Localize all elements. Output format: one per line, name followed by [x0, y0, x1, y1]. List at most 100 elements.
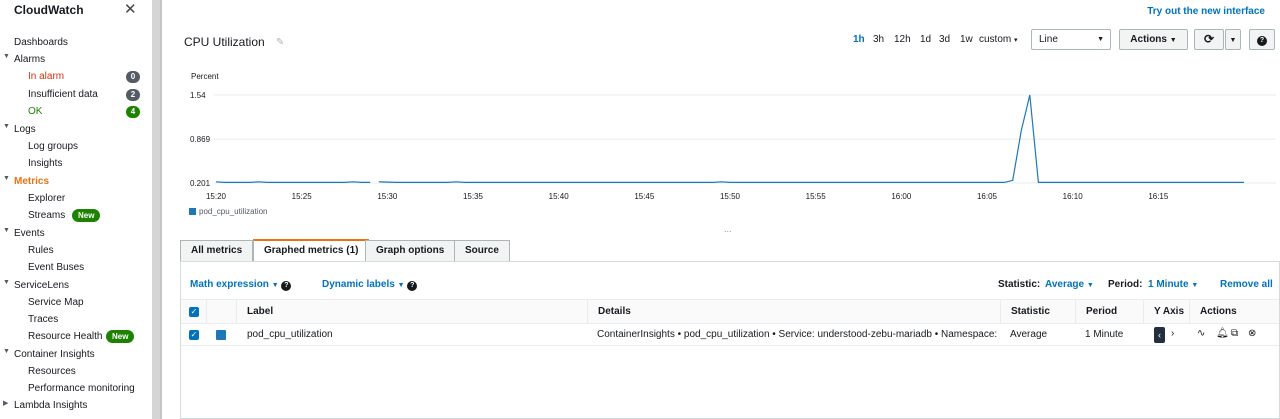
series-line-pod-cpu-utilization: [215, 181, 371, 183]
column-header-actions: Actions: [1189, 300, 1279, 324]
range-3h[interactable]: 3h: [873, 34, 884, 45]
sidebar-item-streams[interactable]: Streams: [28, 208, 65, 223]
caret-down-icon[interactable]: ▼: [3, 175, 11, 182]
statistic-dropdown[interactable]: Average ▼: [1045, 279, 1094, 290]
caret-right-icon[interactable]: ▶: [3, 399, 11, 407]
remove-all-link[interactable]: Remove all: [1220, 279, 1273, 290]
view-type-select[interactable]: Line ▼: [1031, 29, 1111, 50]
tab-graph-options[interactable]: Graph options: [365, 240, 456, 261]
main-content: Try out the new interface CPU Utilizatio…: [164, 0, 1280, 419]
range-12h[interactable]: 12h: [894, 34, 911, 45]
tab-all-metrics[interactable]: All metrics: [180, 240, 254, 261]
sidebar-item-container-insights[interactable]: Container Insights: [14, 347, 95, 362]
math-expression-label: Math expression: [190, 279, 269, 290]
metrics-table-header: ✓ Label Details Statistic Period Y Axis …: [181, 299, 1279, 324]
y-axis-right-button[interactable]: ›: [1171, 328, 1174, 339]
close-icon[interactable]: ✕: [124, 0, 137, 18]
insufficient-count-badge: 2: [126, 89, 140, 101]
row-checkbox[interactable]: ✓: [189, 330, 199, 340]
caret-down-icon[interactable]: ▼: [3, 227, 11, 234]
sidebar-item-metrics[interactable]: Metrics: [14, 174, 49, 189]
range-custom-label: custom: [979, 34, 1012, 45]
x-tick-label: 15:55: [806, 192, 827, 201]
sidebar-item-logs[interactable]: Logs: [14, 122, 36, 137]
range-1w[interactable]: 1w: [960, 34, 973, 45]
column-header-details[interactable]: Details: [587, 300, 1000, 324]
range-3d[interactable]: 3d: [939, 34, 950, 45]
caret-down-icon[interactable]: ▼: [3, 279, 11, 286]
caret-down-icon: ▼: [1229, 37, 1237, 44]
tab-source[interactable]: Source: [454, 240, 510, 261]
range-1d[interactable]: 1d: [920, 34, 931, 45]
help-icon[interactable]: ?: [407, 281, 418, 291]
x-tick-label: 15:50: [720, 192, 741, 201]
anomaly-detection-icon[interactable]: ∿: [1197, 328, 1205, 339]
resize-handle[interactable]: ...: [724, 224, 732, 234]
alarm-count-badge: 0: [126, 71, 140, 83]
duplicate-icon[interactable]: ⧉: [1231, 328, 1238, 339]
help-button[interactable]: ?: [1249, 29, 1275, 50]
color-column-header: [206, 300, 236, 324]
pencil-icon[interactable]: ✎: [276, 37, 284, 48]
column-header-label[interactable]: Label: [236, 300, 587, 324]
sidebar-item-events[interactable]: Events: [14, 226, 45, 241]
period-label: Period:: [1108, 279, 1143, 290]
sidebar-item-resource-health[interactable]: Resource Health: [28, 329, 102, 344]
caret-down-icon[interactable]: ▼: [3, 348, 11, 355]
column-header-y-axis[interactable]: Y Axis: [1143, 300, 1189, 324]
sidebar-item-alarms[interactable]: Alarms: [14, 52, 45, 67]
bell-icon[interactable]: 🔔︎: [1216, 328, 1229, 339]
sidebar: CloudWatch ✕ Dashboards ▼ Alarms In alar…: [0, 0, 152, 419]
sidebar-scrollbar[interactable]: [152, 0, 162, 419]
sidebar-item-dashboards[interactable]: Dashboards: [14, 35, 68, 50]
x-tick-label: 16:00: [891, 192, 912, 201]
sidebar-item-log-groups[interactable]: Log groups: [28, 139, 78, 154]
period-dropdown[interactable]: 1 Minute ▼: [1148, 279, 1198, 290]
range-custom[interactable]: custom ▾: [979, 34, 1018, 45]
caret-down-icon: ▼: [397, 282, 405, 289]
column-header-period[interactable]: Period: [1075, 300, 1143, 324]
sidebar-item-insights[interactable]: Insights: [28, 156, 62, 171]
y-axis-left-button[interactable]: ‹: [1154, 327, 1165, 343]
sidebar-item-resources[interactable]: Resources: [28, 364, 76, 379]
sidebar-item-service-map[interactable]: Service Map: [28, 295, 84, 310]
refresh-options-button[interactable]: ▼: [1225, 29, 1241, 50]
row-label[interactable]: pod_cpu_utilization: [247, 324, 587, 346]
tab-graphed-metrics[interactable]: Graphed metrics (1): [253, 239, 370, 261]
sidebar-item-performance-monitoring[interactable]: Performance monitoring: [28, 381, 135, 396]
row-period[interactable]: 1 Minute: [1085, 324, 1123, 346]
help-icon[interactable]: ?: [281, 281, 292, 291]
math-expression-dropdown[interactable]: Math expression ▼ ?: [190, 279, 292, 291]
sidebar-item-traces[interactable]: Traces: [28, 312, 58, 327]
legend-label: pod_cpu_utilization: [199, 207, 268, 216]
period-value: 1 Minute: [1148, 279, 1189, 290]
refresh-button[interactable]: ⟳: [1194, 29, 1224, 50]
try-new-interface-link[interactable]: Try out the new interface: [1147, 6, 1265, 17]
sidebar-title: CloudWatch: [14, 3, 84, 17]
remove-icon[interactable]: ⊗: [1248, 328, 1256, 339]
series-color-swatch[interactable]: [216, 330, 226, 340]
x-tick-label: 15:20: [206, 192, 227, 201]
sidebar-item-explorer[interactable]: Explorer: [28, 191, 65, 206]
sidebar-item-lambda-insights[interactable]: Lambda Insights: [14, 398, 87, 413]
actions-button[interactable]: Actions ▼: [1119, 29, 1188, 50]
range-1h[interactable]: 1h: [853, 34, 865, 45]
sidebar-item-rules[interactable]: Rules: [28, 243, 54, 258]
y-tick-label: 0.869: [190, 135, 211, 144]
dynamic-labels-dropdown[interactable]: Dynamic labels ▼ ?: [322, 279, 418, 291]
sidebar-item-ok[interactable]: OK: [28, 104, 42, 119]
select-all-checkbox[interactable]: ✓: [189, 307, 199, 317]
caret-down-icon: ▼: [271, 282, 279, 289]
sidebar-item-servicelens[interactable]: ServiceLens: [14, 278, 69, 293]
graph-title: CPU Utilization: [184, 35, 265, 49]
legend-swatch: [189, 208, 196, 215]
y-axis-label: Percent: [191, 72, 219, 81]
caret-down-icon[interactable]: ▼: [3, 53, 11, 60]
column-header-statistic[interactable]: Statistic: [1000, 300, 1075, 324]
sidebar-item-in-alarm[interactable]: In alarm: [28, 69, 64, 84]
sidebar-item-event-buses[interactable]: Event Buses: [28, 260, 84, 275]
sidebar-item-insufficient-data[interactable]: Insufficient data: [28, 87, 98, 102]
row-statistic[interactable]: Average: [1010, 324, 1047, 346]
x-tick-label: 15:45: [634, 192, 655, 201]
caret-down-icon[interactable]: ▼: [3, 123, 11, 130]
